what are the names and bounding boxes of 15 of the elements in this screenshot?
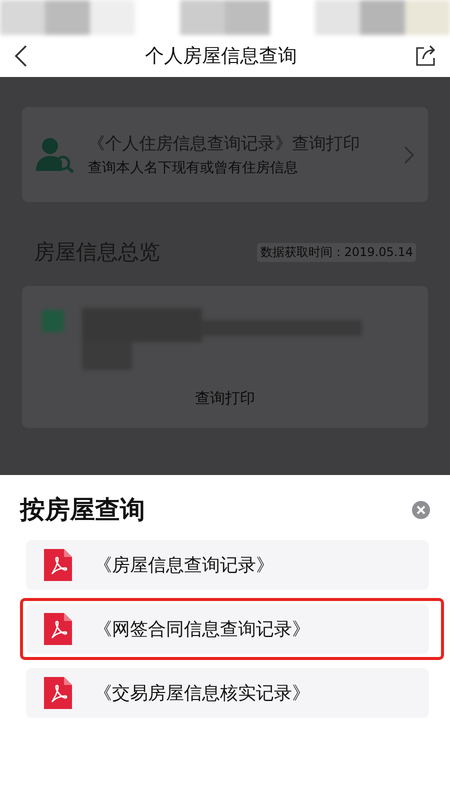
user-search-icon [36, 136, 76, 172]
record-subtitle: 查询本人名下现有或曾有住房信息 [88, 159, 299, 177]
pdf-file-icon [42, 675, 74, 711]
sheet-title: 按房屋查询 [20, 494, 145, 526]
pdf-file-icon [42, 547, 74, 583]
share-icon[interactable] [414, 45, 436, 67]
back-icon[interactable] [14, 45, 28, 67]
chevron-right-icon [404, 146, 414, 164]
record-list-item[interactable]: 《网签合同信息查询记录》 [26, 604, 429, 654]
pdf-file-icon [42, 611, 74, 647]
record-list-item[interactable]: 《房屋信息查询记录》 [26, 540, 429, 590]
close-icon[interactable] [412, 500, 430, 518]
page-title: 个人房屋信息查询 [145, 44, 297, 69]
record-list-item[interactable]: 《交易房屋信息核实记录》 [26, 668, 429, 718]
data-timestamp: 数据获取时间：2019.05.14 [257, 242, 416, 262]
